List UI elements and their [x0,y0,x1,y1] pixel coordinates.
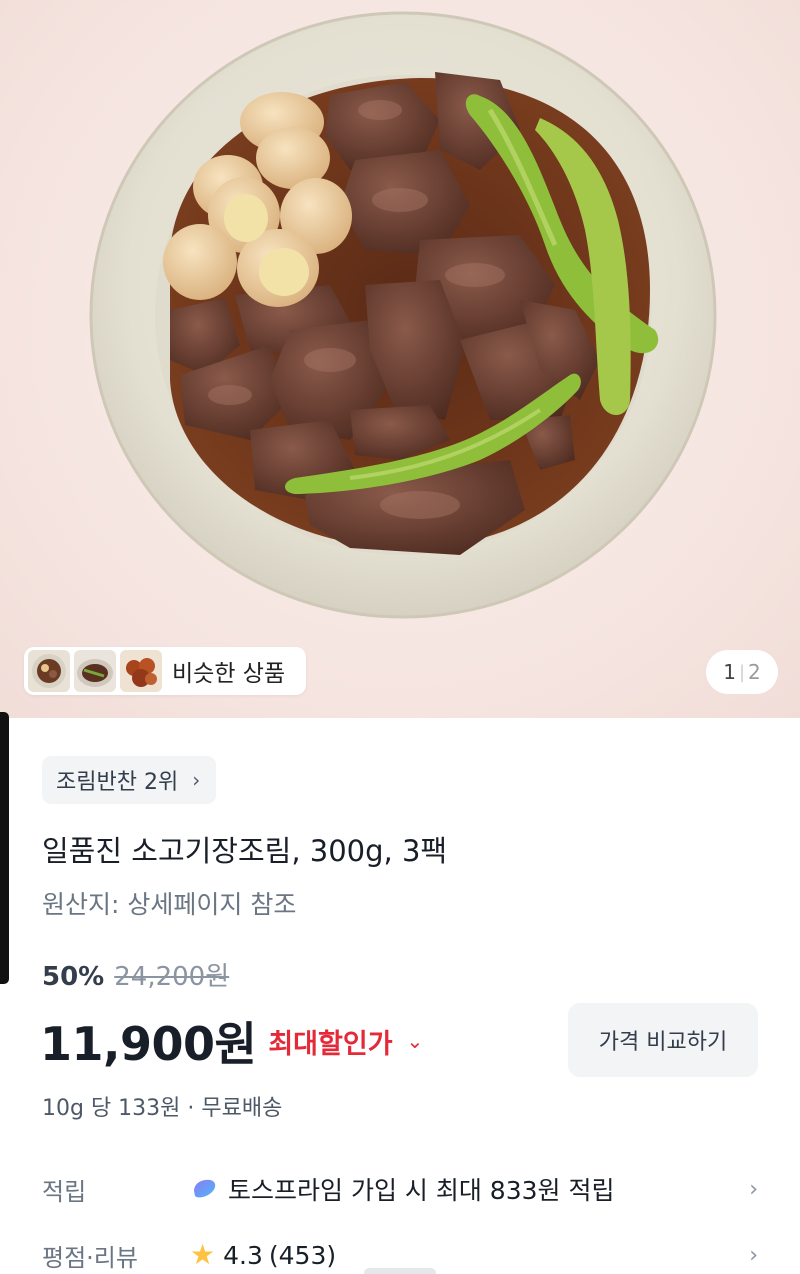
braised-beef-photo [89,11,717,619]
chevron-right-icon: › [192,768,201,792]
max-discount-toggle[interactable]: 최대할인가 [268,1022,392,1061]
origin-text: 원산지: 상세페이지 참조 [42,890,297,919]
bottom-handle [364,1268,436,1274]
review-count: (453) [268,1240,337,1270]
chevron-right-icon: › [749,1176,758,1202]
price-compare-button[interactable]: 가격 비교하기 [568,1003,758,1077]
pager-divider: | [738,661,746,683]
review-label: 평점·리뷰 [42,1243,138,1272]
chevron-down-icon[interactable]: ⌄ [407,1029,424,1053]
pager-total: 2 [748,660,761,684]
side-handle [0,712,9,984]
similar-thumbnail-1 [28,650,70,692]
similar-products-button[interactable]: 비슷한 상품 [24,647,306,695]
reward-label: 적립 [42,1177,87,1206]
image-pager: 1 | 2 [706,650,778,694]
discount-row: 50% 24,200원 [42,956,229,993]
toss-prime-icon [194,1179,216,1198]
reward-value: 토스프라임 가입 시 최대 833원 적립 [228,1176,615,1205]
unit-price-shipping: 10g 당 133원 · 무료배송 [42,1096,283,1121]
original-price: 24,200원 [114,962,230,992]
discount-rate: 50% [42,962,105,992]
chevron-right-icon: › [749,1242,758,1268]
category-rank-chip[interactable]: 조림반찬 2위 › [42,756,217,804]
similar-thumbnail-2 [74,650,116,692]
pager-current: 1 [723,660,736,684]
product-title: 일품진 소고기장조림, 300g, 3팩 [42,834,448,868]
star-icon: ★ [190,1238,216,1271]
rating-value: 4.3 [223,1240,263,1270]
sale-price: 11,900원 [40,1017,257,1071]
price-row: 11,900원 최대할인가 ⌄ [40,1008,423,1074]
product-image[interactable] [0,0,800,718]
similar-thumbnail-3 [120,650,162,692]
similar-products-label: 비슷한 상품 [172,661,286,687]
rank-label: 조림반찬 2위 [56,770,179,795]
reward-row[interactable]: 적립 토스프라임 가입 시 최대 833원 적립 › [42,1167,758,1211]
